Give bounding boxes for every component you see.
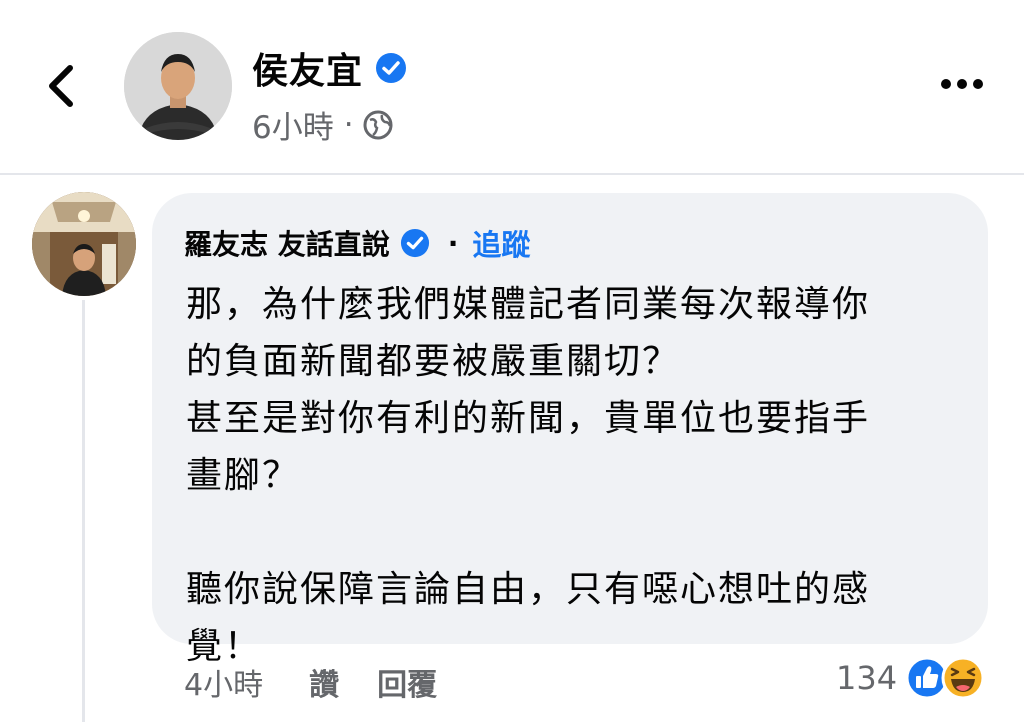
- follow-button[interactable]: 追蹤: [472, 222, 530, 264]
- reply-button[interactable]: 回覆: [377, 660, 437, 704]
- reaction-count: 134: [836, 659, 898, 697]
- verified-badge-icon: [400, 228, 430, 258]
- comment-actions: 4小時 讚 回覆: [184, 660, 437, 704]
- like-button[interactable]: 讚: [309, 660, 339, 704]
- more-options-icon[interactable]: [938, 70, 986, 98]
- comment-text: 那，為什麼我們媒體記者同業每次報導你 的負面新聞都要被嚴重關切？ 甚至是對你有利…: [186, 284, 871, 667]
- commenter-row: 羅友志 友話直說 · 追蹤: [184, 222, 530, 264]
- reaction-summary[interactable]: 134: [836, 656, 985, 700]
- author-avatar[interactable]: [124, 32, 232, 140]
- globe-icon: [362, 109, 394, 141]
- post-time[interactable]: 6小時: [252, 102, 334, 147]
- commenter-avatar[interactable]: [32, 192, 136, 296]
- haha-reaction-icon: [941, 656, 985, 700]
- author-name-row: 侯友宜: [252, 42, 407, 94]
- post-header: 侯友宜 6小時 ·: [0, 0, 1024, 175]
- commenter-name[interactable]: 羅友志 友話直說: [184, 223, 390, 263]
- thread-line: [82, 300, 85, 722]
- author-name[interactable]: 侯友宜: [252, 42, 363, 94]
- verified-badge-icon: [375, 52, 407, 84]
- comment-time[interactable]: 4小時: [184, 660, 263, 704]
- meta-separator: ·: [343, 106, 354, 143]
- commenter-separator: ·: [447, 226, 459, 260]
- back-arrow-icon[interactable]: [38, 60, 86, 112]
- post-meta: 6小時 ·: [252, 102, 394, 147]
